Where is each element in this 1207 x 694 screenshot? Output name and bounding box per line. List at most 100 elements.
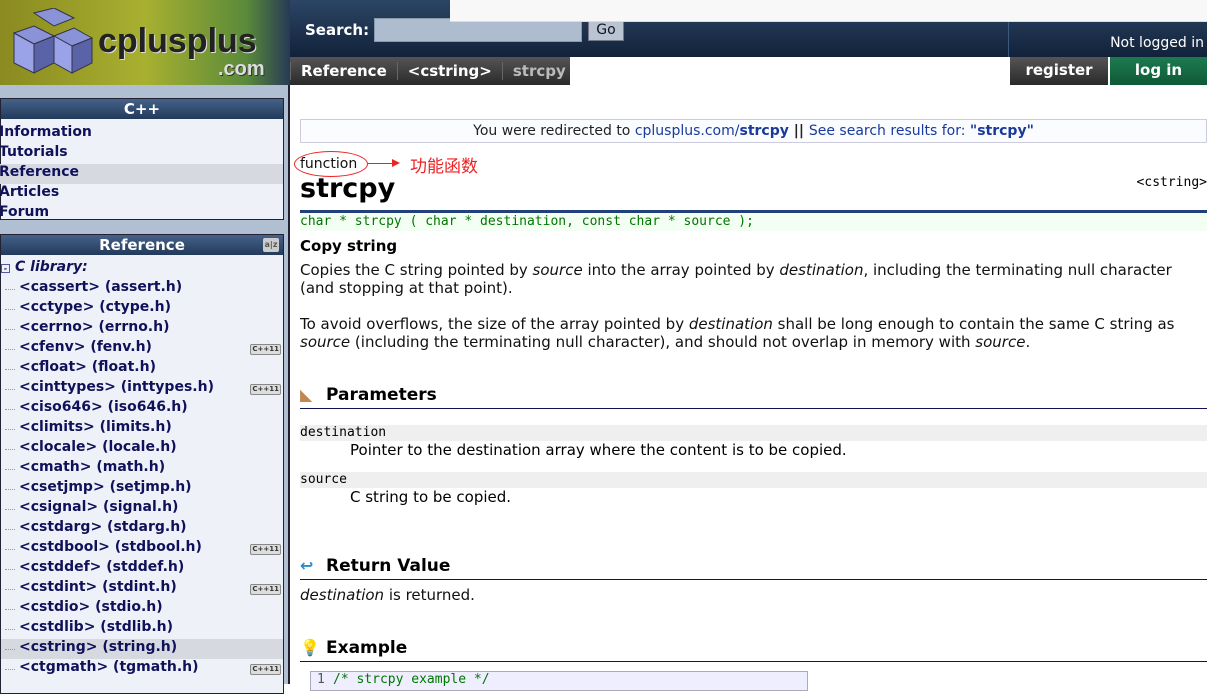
cpp11-badge: C++11 xyxy=(250,584,281,595)
login-button[interactable]: log in xyxy=(1110,57,1207,85)
description-1: Copies the C string pointed by source in… xyxy=(300,261,1172,297)
tree-item[interactable]: <cstdio> (stdio.h) xyxy=(1,599,283,619)
c-library-label: C library: xyxy=(15,259,88,275)
search-results-link[interactable]: See search results for: "strcpy" xyxy=(809,123,1034,139)
param-name: destination xyxy=(300,425,1207,441)
sidebar-item-articles[interactable]: Articles xyxy=(0,184,283,204)
annotation-arrow-icon xyxy=(368,159,400,167)
login-status: Not logged in xyxy=(1110,35,1204,51)
tree-item-label: <cerrno> (errno.h) xyxy=(19,319,170,335)
cpp-box-title: C++ xyxy=(1,99,283,119)
description-2: To avoid overflows, the size of the arra… xyxy=(300,315,1175,351)
tree-item-label: <climits> (limits.h) xyxy=(19,419,172,435)
redirect-notice: You were redirected to cplusplus.com/str… xyxy=(300,119,1207,143)
ruler-icon: ◣ xyxy=(300,385,313,404)
tree-item-label: <cinttypes> (inttypes.h) xyxy=(19,379,214,395)
cpp11-badge: C++11 xyxy=(250,384,281,395)
param-desc: C string to be copied. xyxy=(350,488,512,506)
tree-item-label: <csetjmp> (setjmp.h) xyxy=(19,479,192,495)
tree-item-label: <cfloat> (float.h) xyxy=(19,359,156,375)
example-heading: 💡 Example xyxy=(300,638,1207,662)
separator: || xyxy=(788,123,809,139)
sidebar-item-reference[interactable]: Reference xyxy=(0,164,283,184)
tree-item[interactable]: <csignal> (signal.h) xyxy=(1,499,283,519)
sidebar-item-information[interactable]: Information xyxy=(0,124,283,144)
tree-item-label: <cstdlib> (stdlib.h) xyxy=(19,619,174,635)
tree-item[interactable]: <cctype> (ctype.h) xyxy=(1,299,283,319)
return-description: destination is returned. xyxy=(300,586,475,604)
header-name[interactable]: <cstring> xyxy=(1137,175,1207,190)
tree-item[interactable]: <cstddef> (stddef.h) xyxy=(1,559,283,579)
reference-tree-box: Reference a|z - C library: <cassert> (as… xyxy=(0,234,284,694)
reference-title: Reference xyxy=(99,236,185,254)
sidebar-item-tutorials[interactable]: Tutorials xyxy=(0,144,283,164)
breadcrumb-strcpy[interactable]: strcpy xyxy=(501,62,576,80)
redirect-text: You were redirected to xyxy=(473,123,635,139)
param-desc: Pointer to the destination array where t… xyxy=(350,441,847,459)
browser-overlay-toolbar xyxy=(450,0,1207,22)
parameters-heading: ◣ Parameters xyxy=(300,385,1207,409)
search-label: Search: xyxy=(305,21,370,39)
register-button[interactable]: register xyxy=(1010,57,1108,85)
logo-text: cplusplus xyxy=(98,22,257,60)
tree-c-library[interactable]: - C library: xyxy=(1,259,283,279)
prototype: char * strcpy ( char * destination, cons… xyxy=(300,213,1207,231)
tree-item[interactable]: <ctgmath> (tgmath.h) C++11 xyxy=(1,659,283,679)
tree-item-label: <cmath> (math.h) xyxy=(19,459,166,475)
tree-item-label: <cstdbool> (stdbool.h) xyxy=(19,539,202,555)
return-heading: ↩ Return Value xyxy=(300,556,1207,580)
brief-description: Copy string xyxy=(300,237,398,255)
tree-item[interactable]: <cstdbool> (stdbool.h) C++11 xyxy=(1,539,283,559)
logo-domain: .com xyxy=(218,58,265,80)
user-box: Not logged in xyxy=(1008,22,1207,57)
cpp11-badge: C++11 xyxy=(250,544,281,555)
tree-item[interactable]: <cfloat> (float.h) xyxy=(1,359,283,379)
tree-item-label: <cassert> (assert.h) xyxy=(19,279,183,295)
breadcrumb: Reference <cstring> strcpy xyxy=(290,57,570,85)
tree-item[interactable]: <cstring> (string.h) xyxy=(1,639,283,659)
tree-item-label: <cstdio> (stdio.h) xyxy=(19,599,163,615)
tree-item-label: <cstddef> (stddef.h) xyxy=(19,559,185,575)
redirect-link[interactable]: cplusplus.com/strcpy xyxy=(635,123,789,139)
cubes-logo-icon xyxy=(12,8,94,74)
cpp-nav-box: C++ Information Tutorials Reference Arti… xyxy=(0,98,284,220)
tree-item[interactable]: <cstdint> (stdint.h) C++11 xyxy=(1,579,283,599)
tree-item[interactable]: <climits> (limits.h) xyxy=(1,419,283,439)
cplusplus-logo[interactable]: cplusplus .com xyxy=(0,0,290,85)
page-title: strcpy xyxy=(300,173,396,204)
tree-item-label: <ctgmath> (tgmath.h) xyxy=(19,659,199,675)
tree-item[interactable]: <csetjmp> (setjmp.h) xyxy=(1,479,283,499)
cpp11-badge: C++11 xyxy=(250,344,281,355)
annotation-text: 功能函数 xyxy=(410,157,478,177)
tree-item[interactable]: <cinttypes> (inttypes.h) C++11 xyxy=(1,379,283,399)
tree-item-label: <cctype> (ctype.h) xyxy=(19,299,171,315)
sidebar: C++ Information Tutorials Reference Arti… xyxy=(0,85,290,694)
tree-item[interactable]: <cerrno> (errno.h) xyxy=(1,319,283,339)
tree-item[interactable]: <cassert> (assert.h) xyxy=(1,279,283,299)
go-button[interactable]: Go xyxy=(588,21,624,41)
tree-item-label: <csignal> (signal.h) xyxy=(19,499,179,515)
tree-item-label: <cfenv> (fenv.h) xyxy=(19,339,152,355)
tree-item-label: <cstdarg> (stdarg.h) xyxy=(19,519,187,535)
tree-item[interactable]: <cmath> (math.h) xyxy=(1,459,283,479)
breadcrumb-reference[interactable]: Reference xyxy=(290,62,397,80)
tree-item-label: <clocale> (locale.h) xyxy=(19,439,177,455)
return-arrow-icon: ↩ xyxy=(300,556,314,575)
code-example: 1/* strcpy example */ xyxy=(310,671,808,691)
tree-item[interactable]: <cstdlib> (stdlib.h) xyxy=(1,619,283,639)
tree-item[interactable]: <cstdarg> (stdarg.h) xyxy=(1,519,283,539)
breadcrumb-cstring[interactable]: <cstring> xyxy=(396,62,502,80)
sidebar-item-forum[interactable]: Forum xyxy=(0,204,283,224)
tree-item[interactable]: <clocale> (locale.h) xyxy=(1,439,283,459)
param-name: source xyxy=(300,472,1207,488)
tree-item[interactable]: <cfenv> (fenv.h) C++11 xyxy=(1,339,283,359)
tree-item-label: <cstring> (string.h) xyxy=(19,639,178,655)
tree-item-label: <ciso646> (iso646.h) xyxy=(19,399,188,415)
lightbulb-icon: 💡 xyxy=(300,638,320,657)
reference-box-title: Reference a|z xyxy=(1,235,283,255)
collapse-icon[interactable]: - xyxy=(1,264,10,273)
tree-item-label: <cstdint> (stdint.h) xyxy=(19,579,177,595)
tree-item[interactable]: <ciso646> (iso646.h) xyxy=(1,399,283,419)
cpp11-badge: C++11 xyxy=(250,664,281,675)
sort-az-icon[interactable]: a|z xyxy=(263,238,279,252)
